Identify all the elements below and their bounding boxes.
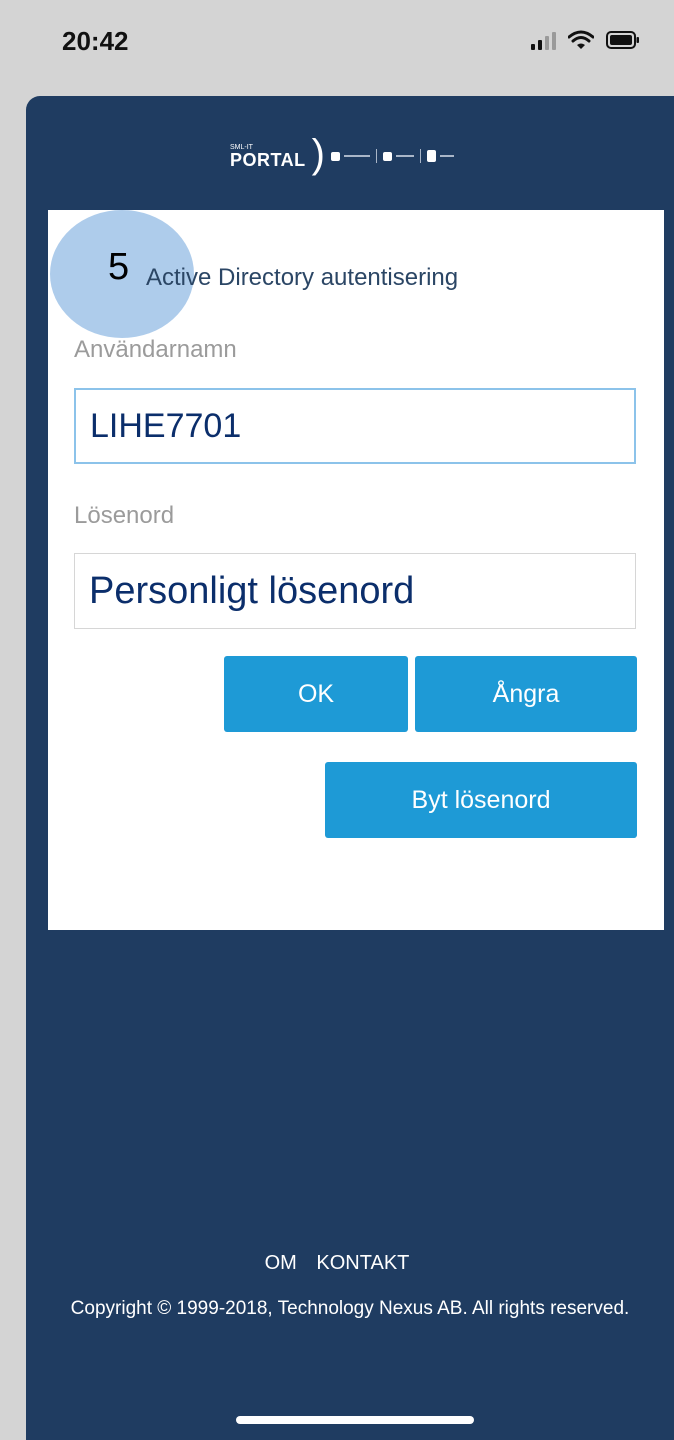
username-value: LIHE7701 <box>90 406 242 445</box>
username-field[interactable]: LIHE7701 <box>74 388 636 464</box>
status-icons <box>531 30 640 50</box>
about-link[interactable]: OM <box>265 1252 297 1274</box>
partner-logo-3 <box>427 150 454 162</box>
wifi-icon <box>568 30 594 50</box>
contact-link[interactable]: KONTAKT <box>316 1252 409 1274</box>
username-label: Användarnamn <box>74 336 237 363</box>
partner-logo-2 <box>383 151 414 161</box>
step-number: 5 <box>108 246 130 288</box>
status-bar: 20:42 <box>0 0 674 96</box>
logo-divider <box>420 149 421 163</box>
logo-divider <box>376 149 377 163</box>
password-field[interactable]: Personligt lösenord <box>74 553 636 629</box>
footer-links: OM KONTAKT <box>0 1252 674 1275</box>
login-title: Active Directory autentisering <box>146 264 459 291</box>
cellular-signal-icon <box>531 30 556 50</box>
portal-logo: SML-IT PORTAL ) <box>230 134 454 178</box>
partner-logo-1 <box>331 151 370 161</box>
password-value: Personligt lösenord <box>89 569 415 612</box>
ok-button[interactable]: OK <box>224 656 408 732</box>
change-password-button[interactable]: Byt lösenord <box>325 762 637 838</box>
password-label: Lösenord <box>74 502 175 529</box>
home-indicator[interactable] <box>236 1416 474 1424</box>
cancel-button[interactable]: Ångra <box>415 656 637 732</box>
status-time: 20:42 <box>62 26 129 56</box>
battery-icon <box>606 31 640 49</box>
copyright-text: Copyright © 1999-2018, Technology Nexus … <box>70 1298 630 1319</box>
logo-bracket: ) <box>311 132 325 176</box>
logo-main-text: PORTAL <box>230 149 306 170</box>
